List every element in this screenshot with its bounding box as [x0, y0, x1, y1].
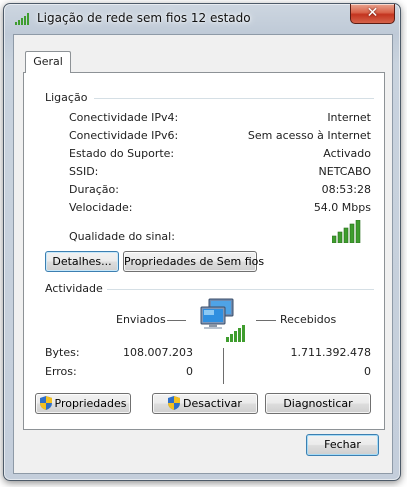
- activity-group-label: Actividade: [45, 282, 106, 295]
- media-state-value: Activado: [323, 147, 371, 160]
- wireless-properties-button[interactable]: Propriedades de Sem fios: [123, 251, 264, 272]
- duration-value: 08:53:28: [321, 183, 371, 196]
- close-button[interactable]: Fechar: [306, 434, 379, 456]
- ipv4-label: Conectividade IPv4:: [69, 111, 179, 124]
- activity-group-divider: [107, 289, 374, 290]
- received-label: Recebidos: [280, 313, 337, 326]
- ssid-value: NETCABO: [318, 165, 371, 178]
- ipv4-value: Internet: [327, 111, 371, 124]
- media-state-label: Estado do Suporte:: [69, 147, 175, 160]
- errors-sent-value: 0: [186, 365, 193, 378]
- connection-group-divider: [94, 98, 374, 99]
- tab-general[interactable]: Geral: [25, 51, 71, 73]
- bytes-received-value: 1.711.392.478: [290, 346, 371, 359]
- errors-label: Erros:: [45, 365, 77, 378]
- close-window-button[interactable]: ✕: [350, 4, 395, 24]
- received-connector-line: [256, 320, 276, 321]
- disable-button[interactable]: Desactivar: [152, 393, 258, 414]
- dialog-window: Ligação de rede sem fios 12 estado ✕ Ger…: [3, 3, 401, 481]
- window-title: Ligação de rede sem fios 12 estado: [37, 11, 251, 25]
- properties-button-label: Propriedades: [54, 397, 127, 410]
- tab-panel-general: Ligação Conectividade IPv4: Internet Con…: [23, 72, 385, 430]
- bytes-label: Bytes:: [45, 346, 80, 359]
- sent-connector-line: [167, 320, 186, 321]
- disable-button-label: Desactivar: [183, 397, 242, 410]
- wireless-signal-icon: [15, 13, 29, 25]
- uac-shield-icon: [168, 396, 181, 410]
- speed-label: Velocidade:: [69, 201, 133, 214]
- uac-shield-icon: [39, 396, 52, 410]
- details-button[interactable]: Detalhes...: [45, 251, 119, 272]
- properties-button[interactable]: Propriedades: [35, 393, 131, 414]
- dialog-client-area: Geral Ligação Conectividade IPv4: Intern…: [13, 34, 393, 474]
- speed-value: 54.0 Mbps: [313, 201, 371, 214]
- title-bar[interactable]: Ligação de rede sem fios 12 estado ✕: [4, 4, 400, 34]
- activity-divider-vertical: [223, 348, 224, 384]
- diagnose-button[interactable]: Diagnosticar: [265, 393, 371, 414]
- ipv6-label: Conectividade IPv6:: [69, 129, 179, 142]
- sent-label: Enviados: [116, 313, 166, 326]
- errors-received-value: 0: [364, 365, 371, 378]
- network-computers-icon: [200, 298, 245, 342]
- duration-label: Duração:: [69, 183, 119, 196]
- signal-quality-label: Qualidade do sinal:: [69, 230, 175, 243]
- ssid-label: SSID:: [69, 165, 99, 178]
- bytes-sent-value: 108.007.203: [123, 346, 193, 359]
- ipv6-value: Sem acesso à Internet: [247, 129, 371, 142]
- close-icon: ✕: [366, 5, 379, 21]
- connection-group-label: Ligação: [45, 91, 91, 104]
- signal-strength-icon: [332, 220, 361, 243]
